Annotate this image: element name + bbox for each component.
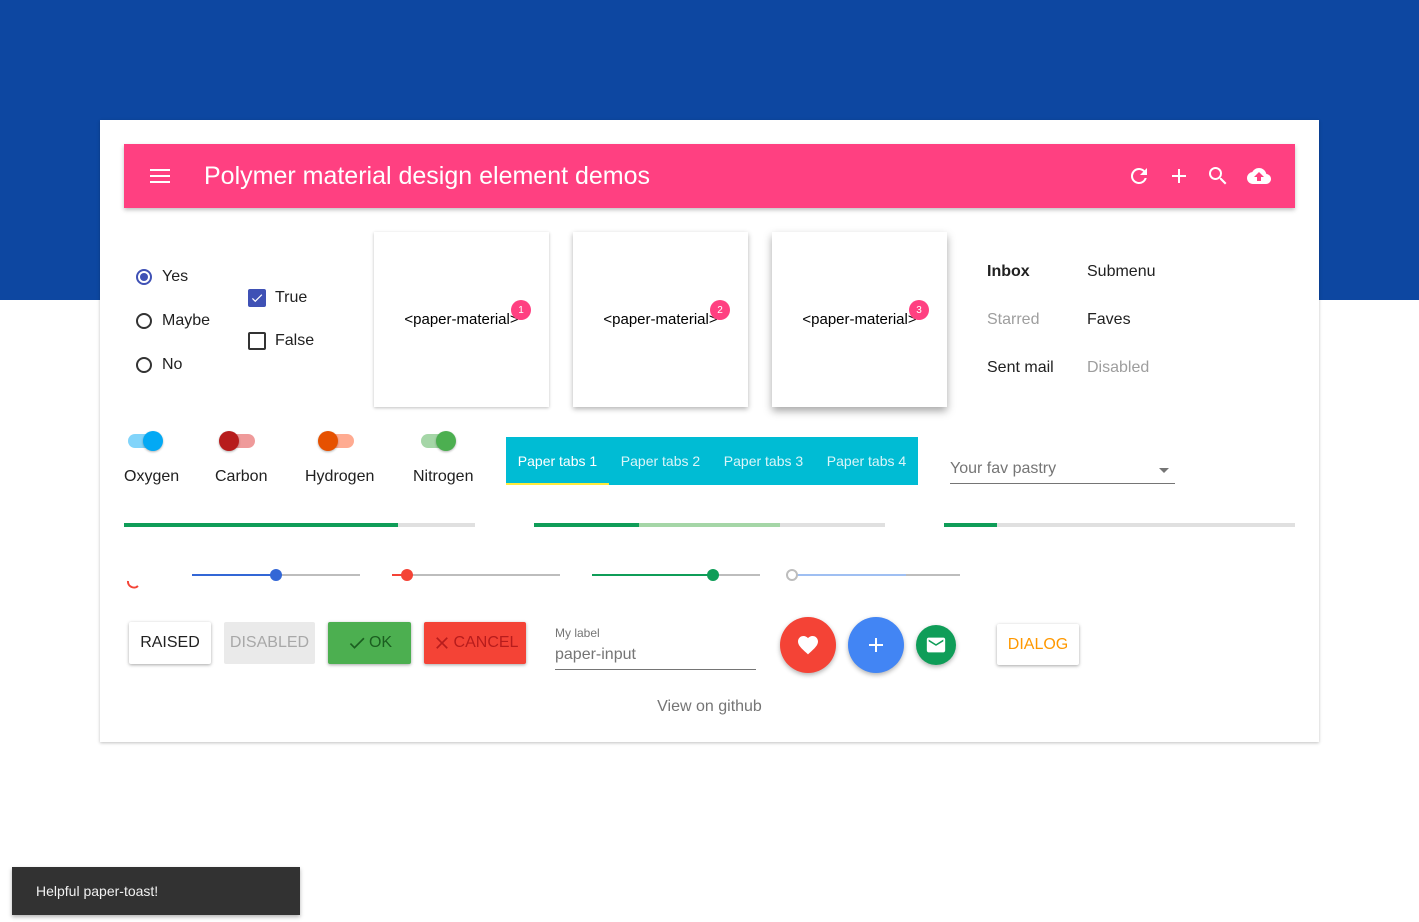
radio-label: Yes (162, 268, 189, 285)
radio-unchecked-icon (136, 357, 152, 373)
paper-tabs: Paper tabs 1 Paper tabs 2 Paper tabs 3 P… (506, 437, 918, 485)
add-icon[interactable] (1167, 164, 1191, 188)
tab-2[interactable]: Paper tabs 2 (609, 437, 712, 485)
slider-fill (192, 574, 276, 576)
ok-label: OK (368, 634, 393, 651)
paper-material-label: <paper-material> (404, 311, 519, 328)
menu-item-submenu[interactable]: Submenu (1087, 263, 1156, 281)
toggle-carbon[interactable] (219, 431, 255, 451)
toggle-knob (318, 431, 338, 451)
toggle-label: Oxygen (124, 468, 180, 485)
radio-label: No (162, 356, 183, 373)
toggle-label: Carbon (215, 468, 268, 485)
radio-yes[interactable]: Yes (136, 268, 188, 286)
radio-label: Maybe (162, 312, 211, 329)
search-icon[interactable] (1206, 164, 1230, 188)
slider-knob[interactable] (270, 569, 282, 581)
slider-3[interactable] (592, 569, 760, 581)
pastry-dropdown[interactable]: Your fav pastry (950, 460, 1175, 484)
cancel-label: CANCEL (453, 634, 519, 651)
disabled-button: DISABLED (224, 622, 315, 664)
paper-toast: Helpful paper-toast! (12, 867, 300, 915)
radio-no[interactable]: No (136, 356, 182, 374)
mail-fab[interactable] (916, 625, 956, 665)
progress-bar-1 (124, 523, 475, 527)
favorite-fab[interactable] (780, 617, 836, 673)
paper-material-2: <paper-material> 2 (573, 232, 748, 407)
menu-item-starred[interactable]: Starred (987, 311, 1039, 329)
slider-secondary-fill (792, 574, 907, 576)
badge: 1 (511, 300, 531, 320)
slider-fill (592, 574, 713, 576)
paper-material-3: <paper-material> 3 (772, 232, 947, 407)
checkbox-unchecked-icon (248, 332, 266, 350)
paper-material-label: <paper-material> (802, 311, 917, 328)
toggle-knob (219, 431, 239, 451)
checkbox-false[interactable]: False (248, 332, 314, 350)
checkbox-checked-icon (248, 289, 266, 307)
toolbar-title: Polymer material design element demos (204, 162, 651, 190)
progress-bar-3 (944, 523, 1295, 527)
toggle-nitrogen[interactable] (421, 431, 456, 451)
toolbar: Polymer material design element demos (124, 144, 1295, 208)
progress-fill (124, 523, 398, 527)
cloud-upload-icon[interactable] (1246, 164, 1271, 188)
refresh-icon[interactable] (1127, 164, 1151, 188)
add-fab[interactable] (848, 617, 904, 673)
plus-icon (869, 638, 883, 652)
slider-knob[interactable] (786, 569, 798, 581)
toggle-label: Hydrogen (305, 468, 375, 485)
toggle-label: Nitrogen (413, 468, 474, 485)
spinner (126, 575, 142, 591)
dropdown-placeholder: Your fav pastry (950, 460, 1057, 477)
cancel-button[interactable]: CANCEL (424, 622, 526, 664)
dropdown-arrow-icon (1159, 468, 1169, 473)
paper-material-label: <paper-material> (603, 311, 718, 328)
slider-1[interactable] (192, 569, 360, 581)
paper-input[interactable]: My label paper-input (555, 626, 756, 670)
toggle-knob (436, 431, 456, 451)
slider-knob[interactable] (401, 569, 414, 581)
tab-4[interactable]: Paper tabs 4 (815, 437, 918, 485)
radio-unchecked-icon (136, 313, 152, 329)
mail-icon (926, 637, 946, 653)
menu-item-faves[interactable]: Faves (1087, 311, 1131, 329)
checkbox-true[interactable]: True (248, 289, 307, 307)
check-icon (349, 637, 365, 649)
toggle-hydrogen[interactable] (318, 431, 354, 451)
radio-maybe[interactable]: Maybe (136, 312, 210, 330)
demo-card: Polymer material design element demos Ye… (100, 120, 1319, 742)
checkbox-label: True (275, 289, 308, 306)
paper-material-1: <paper-material> 1 (374, 232, 549, 407)
heart-icon (798, 636, 818, 655)
slider-2[interactable] (392, 569, 560, 581)
toggle-knob (143, 431, 163, 451)
radio-checked-icon (136, 269, 152, 285)
badge: 2 (710, 300, 730, 320)
progress-bar-2 (534, 523, 885, 527)
menu-item-sent-mail[interactable]: Sent mail (987, 359, 1054, 377)
checkbox-label: False (275, 332, 315, 349)
menu-item-inbox[interactable]: Inbox (987, 263, 1030, 281)
tab-1[interactable]: Paper tabs 1 (506, 437, 609, 485)
dialog-button[interactable]: DIALOG (997, 624, 1079, 665)
raised-button[interactable]: RAISED (129, 622, 211, 664)
badge: 3 (909, 300, 929, 320)
progress-fill (534, 523, 640, 527)
slider-knob[interactable] (706, 569, 719, 581)
slider-4[interactable] (786, 569, 960, 581)
menu-item-disabled: Disabled (1087, 359, 1150, 376)
ok-button[interactable]: OK (328, 622, 411, 664)
menu-icon[interactable] (148, 164, 172, 188)
input-label: My label (555, 626, 600, 640)
github-link[interactable]: View on github (100, 698, 1319, 716)
toggle-oxygen[interactable] (128, 431, 163, 451)
progress-fill (944, 523, 997, 527)
input-field[interactable]: paper-input (555, 646, 756, 670)
close-icon (435, 637, 448, 649)
tab-3[interactable]: Paper tabs 3 (712, 437, 815, 485)
